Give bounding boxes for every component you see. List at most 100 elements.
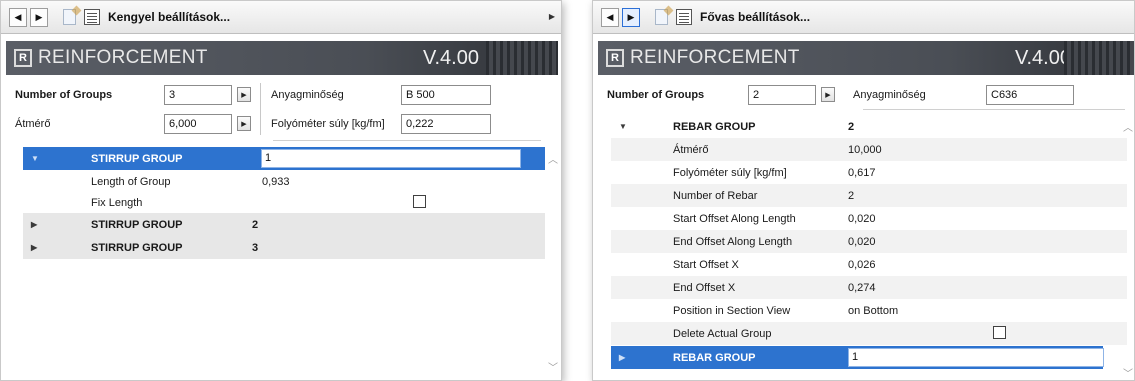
forward-button[interactable]: ▶ xyxy=(30,7,48,27)
fix-length-checkbox[interactable] xyxy=(413,195,426,208)
group-value: 2 xyxy=(252,218,259,231)
group-name: REBAR GROUP xyxy=(673,120,756,133)
property-name: Start Offset Along Length xyxy=(673,212,796,225)
stirrup-group-row-selected[interactable]: ▼ STIRRUP GROUP 1 xyxy=(23,147,545,170)
back-button[interactable]: ◀ xyxy=(9,7,27,27)
form-divider xyxy=(260,83,261,135)
groups-arrow-button[interactable]: ▶ xyxy=(821,87,835,102)
property-row[interactable]: End Offset X 0,274 xyxy=(611,276,1127,299)
property-name: Fix Length xyxy=(91,196,143,209)
material-label: Anyagminőség xyxy=(271,89,344,101)
group-name: STIRRUP GROUP xyxy=(91,152,183,165)
main-bar-settings-panel: ◀ ▶ Fővas beállítások... R REINFORCEMENT… xyxy=(592,0,1135,381)
triangle-left-icon: ◀ xyxy=(14,11,22,22)
number-of-groups-input[interactable]: 3 xyxy=(164,85,232,105)
groups-arrow-button[interactable]: ▶ xyxy=(237,87,251,102)
collapse-icon[interactable]: ▼ xyxy=(31,154,39,163)
scroll-up-icon[interactable]: ︿ xyxy=(1123,119,1133,134)
scroll-down-icon[interactable]: ﹀ xyxy=(548,359,558,374)
property-name: End Offset X xyxy=(673,281,736,294)
delete-actual-group-row[interactable]: Delete Actual Group xyxy=(611,322,1127,345)
property-row[interactable]: Átmérő 10,000 xyxy=(611,138,1127,161)
banner-stripes xyxy=(1064,41,1134,75)
property-name: Folyóméter súly [kg/fm] xyxy=(673,166,787,179)
settings-list-icon xyxy=(84,9,100,25)
delete-group-checkbox[interactable] xyxy=(993,326,1006,339)
forward-button[interactable]: ▶ xyxy=(622,7,640,27)
brand-name: REINFORCEMENT xyxy=(38,47,208,68)
property-name: Number of Rebar xyxy=(673,189,758,202)
expand-icon[interactable]: ▶ xyxy=(31,243,37,252)
banner-stripes xyxy=(486,41,558,75)
form-separator xyxy=(863,109,1125,110)
property-name: End Offset Along Length xyxy=(673,235,793,248)
weight-label: Folyóméter súly [kg/fm] xyxy=(271,118,385,130)
diameter-label: Átmérő xyxy=(15,118,51,130)
toolbar: ◀ ▶ Fővas beállítások... xyxy=(593,1,1134,34)
stirrup-settings-panel: ◀ ▶ Kengyel beállítások... ▶ R REINFORCE… xyxy=(0,0,562,381)
property-row[interactable]: Folyóméter súly [kg/fm] 0,617 xyxy=(611,161,1127,184)
group-name: STIRRUP GROUP xyxy=(91,218,183,231)
expand-arrow-icon[interactable]: ▶ xyxy=(549,12,555,21)
stirrup-group-row[interactable]: ▶ STIRRUP GROUP 2 xyxy=(23,213,545,236)
number-of-groups-label: Number of Groups xyxy=(607,89,705,101)
brand-name: REINFORCEMENT xyxy=(630,47,800,68)
length-of-group-row[interactable]: Length of Group 0,933 xyxy=(23,170,545,193)
back-button[interactable]: ◀ xyxy=(601,7,619,27)
logo: R xyxy=(14,49,32,67)
property-value[interactable]: 0,933 xyxy=(262,176,290,188)
logo: R xyxy=(606,49,624,67)
property-name: Position in Section View xyxy=(673,304,791,317)
diameter-input[interactable]: 6,000 xyxy=(164,114,232,134)
property-value[interactable]: 0,617 xyxy=(848,167,876,179)
weight-input[interactable]: 0,222 xyxy=(401,114,491,134)
property-row[interactable]: Number of Rebar 2 xyxy=(611,184,1127,207)
scroll-down-icon[interactable]: ﹀ xyxy=(1123,365,1133,380)
property-value[interactable]: on Bottom xyxy=(848,305,898,317)
group-name: REBAR GROUP xyxy=(673,351,756,364)
rebar-group-row-expanded[interactable]: ▼ REBAR GROUP 2 xyxy=(611,115,1127,138)
toolbar: ◀ ▶ Kengyel beállítások... ▶ xyxy=(1,1,561,34)
property-value[interactable]: 2 xyxy=(848,190,854,202)
diameter-arrow-button[interactable]: ▶ xyxy=(237,116,251,131)
property-row[interactable]: Start Offset Along Length 0,020 xyxy=(611,207,1127,230)
number-of-groups-label: Number of Groups xyxy=(15,89,113,101)
group-value: 3 xyxy=(252,241,259,254)
material-input[interactable]: C636 xyxy=(986,85,1074,105)
rebar-group-row-selected[interactable]: ▶ REBAR GROUP 1 xyxy=(611,346,1104,369)
group-value: 2 xyxy=(848,120,855,133)
property-value[interactable]: 0,020 xyxy=(848,236,876,248)
expand-icon[interactable]: ▶ xyxy=(619,353,625,362)
property-row[interactable]: Position in Section View on Bottom xyxy=(611,299,1127,322)
triangle-right-icon: ▶ xyxy=(627,11,635,22)
property-name: Delete Actual Group xyxy=(673,327,772,340)
document-icon[interactable] xyxy=(63,9,76,25)
property-value[interactable]: 0,274 xyxy=(848,282,876,294)
property-row[interactable]: End Offset Along Length 0,020 xyxy=(611,230,1127,253)
version-label: V.4.00 xyxy=(1015,47,1071,69)
property-name: Start Offset X xyxy=(673,258,739,271)
number-of-groups-input[interactable]: 2 xyxy=(748,85,816,105)
property-row[interactable]: Start Offset X 0,026 xyxy=(611,253,1127,276)
material-label: Anyagminőség xyxy=(853,89,926,101)
document-icon[interactable] xyxy=(655,9,668,25)
stirrup-group-row[interactable]: ▶ STIRRUP GROUP 3 xyxy=(23,236,545,259)
property-name: Length of Group xyxy=(91,175,171,188)
triangle-right-icon: ▶ xyxy=(35,11,43,22)
property-value[interactable]: 10,000 xyxy=(848,144,882,156)
expand-icon[interactable]: ▶ xyxy=(31,220,37,229)
property-value[interactable]: 0,026 xyxy=(848,259,876,271)
group-value-editor[interactable]: 1 xyxy=(848,348,1104,367)
fix-length-row[interactable]: Fix Length xyxy=(23,191,545,214)
material-input[interactable]: B 500 xyxy=(401,85,491,105)
form-separator xyxy=(273,140,541,141)
property-value[interactable]: 0,020 xyxy=(848,213,876,225)
collapse-icon[interactable]: ▼ xyxy=(619,122,627,131)
reinforcement-banner: R REINFORCEMENT V.4.00 xyxy=(598,41,1134,75)
property-name: Átmérő xyxy=(673,143,709,156)
triangle-left-icon: ◀ xyxy=(606,11,614,22)
version-label: V.4.00 xyxy=(423,47,479,69)
settings-list-icon xyxy=(676,9,692,25)
group-value-editor[interactable]: 1 xyxy=(261,149,521,168)
scroll-up-icon[interactable]: ︿ xyxy=(548,151,558,166)
